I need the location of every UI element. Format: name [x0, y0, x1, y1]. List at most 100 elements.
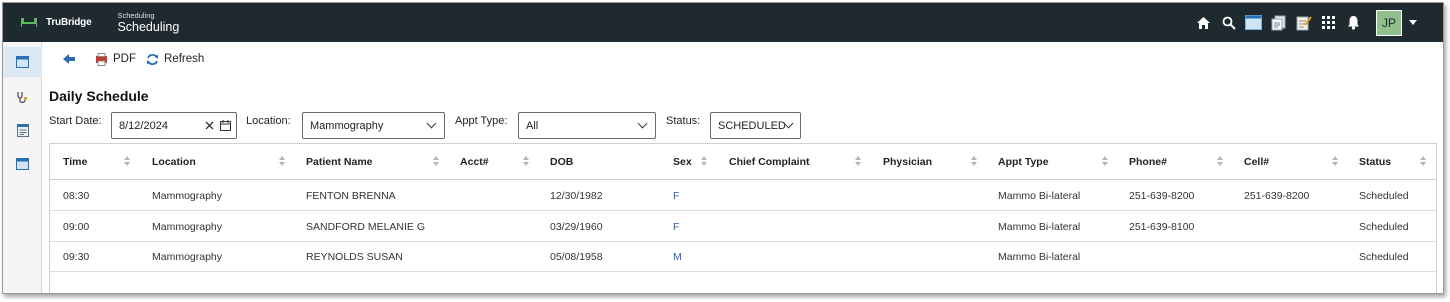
sort-icon[interactable] — [1217, 156, 1224, 167]
toolbar: PDF Refresh — [43, 42, 1443, 76]
apps-grid-icon[interactable] — [1320, 14, 1337, 31]
table-cell: Mammography — [152, 251, 223, 263]
sidebar-item-clinical[interactable] — [3, 82, 42, 112]
window-icon[interactable] — [1245, 14, 1262, 31]
pdf-icon — [96, 52, 107, 66]
location-label: Location: — [246, 115, 291, 127]
column-header[interactable]: Cell# — [1244, 144, 1269, 180]
location-select[interactable]: Mammography — [302, 112, 445, 139]
page-title: Daily Schedule — [49, 88, 149, 104]
top-icons: JP — [1187, 3, 1417, 42]
table-cell: 03/29/1960 — [550, 220, 603, 233]
table-cell: Scheduled — [1359, 190, 1409, 202]
notes-icon[interactable] — [1295, 14, 1312, 31]
table-cell: 251-639-8100 — [1129, 220, 1195, 233]
appt-type-label: Appt Type: — [455, 115, 508, 127]
table-cell: 12/30/1982 — [550, 190, 603, 202]
table-cell: Mammo Bi-lateral — [998, 190, 1081, 202]
column-header[interactable]: Sex — [673, 144, 692, 180]
module-title: Scheduling Scheduling — [117, 12, 179, 33]
sidebar-item-schedule[interactable] — [3, 47, 42, 77]
table-row[interactable]: 09:30 Mammography REYNOLDS SUSAN 05/08/1958… — [50, 242, 1436, 272]
back-arrow-icon — [63, 54, 75, 64]
pdf-label: PDF — [113, 53, 136, 65]
table-header: Time Location Patient Name Acct# DOB Sex Chief… — [50, 144, 1436, 180]
start-date-field[interactable]: 8/12/2024 — [111, 112, 237, 139]
chevron-down-icon[interactable] — [1409, 20, 1417, 25]
table-cell: Mammography — [152, 220, 223, 233]
table-cell: REYNOLDS SUSAN — [306, 251, 403, 263]
column-header[interactable]: Acct# — [460, 144, 489, 180]
sort-icon[interactable] — [523, 156, 530, 167]
refresh-icon — [147, 53, 158, 65]
schedule-icon — [16, 158, 29, 170]
status-label: Status: — [666, 115, 701, 127]
table-cell: Mammography — [152, 190, 223, 202]
sort-icon[interactable] — [855, 156, 862, 167]
table-cell: 251-639-8200 — [1244, 190, 1310, 202]
bell-icon[interactable] — [1345, 14, 1362, 31]
trubridge-logo-icon — [21, 18, 37, 27]
module-name: Scheduling — [117, 19, 180, 34]
appt-type-value: All — [526, 119, 539, 132]
brand-name: TruBridge — [46, 17, 92, 28]
sidebar-item-forms[interactable] — [3, 115, 42, 145]
chevron-down-icon — [426, 118, 437, 129]
table-cell: 09:00 — [63, 220, 90, 233]
sort-icon[interactable] — [971, 156, 978, 167]
column-header[interactable]: Phone# — [1129, 144, 1167, 180]
brand[interactable]: TruBridge — [21, 17, 92, 28]
column-header[interactable]: Status — [1359, 144, 1391, 180]
table-cell: FENTON BRENNA — [306, 190, 396, 202]
table-row[interactable]: 09:00 Mammography SANDFORD MELANIE G 03/29/… — [50, 212, 1436, 242]
appt-type-select[interactable]: All — [518, 112, 656, 139]
column-header[interactable]: Appt Type — [998, 144, 1049, 180]
sidebar — [3, 42, 42, 293]
table-cell: F — [673, 190, 680, 202]
column-header[interactable]: Time — [63, 144, 87, 180]
module-subtitle: Scheduling — [117, 11, 155, 20]
clear-icon[interactable] — [205, 121, 214, 130]
table-cell: Mammo Bi-lateral — [998, 220, 1081, 233]
table-cell: 251-639-8200 — [1129, 190, 1195, 202]
documents-icon[interactable] — [1270, 14, 1287, 31]
sort-icon[interactable] — [124, 156, 131, 167]
column-header[interactable]: Patient Name — [306, 144, 373, 180]
table-cell: F — [673, 220, 680, 233]
form-icon — [16, 123, 29, 137]
back-button[interactable] — [63, 54, 81, 64]
refresh-button[interactable]: Refresh — [146, 53, 204, 66]
table-cell: Scheduled — [1359, 220, 1409, 233]
table-cell: Mammo Bi-lateral — [998, 251, 1081, 263]
table-cell: M — [673, 251, 682, 263]
column-header[interactable]: Physician — [883, 144, 932, 180]
table-row[interactable]: 08:30 Mammography FENTON BRENNA 12/30/1982 F… — [50, 181, 1436, 211]
table-cell: 09:30 — [63, 251, 90, 263]
table-cell: 05/08/1958 — [550, 251, 603, 263]
search-icon[interactable] — [1220, 14, 1237, 31]
column-header[interactable]: DOB — [550, 144, 573, 180]
sort-icon[interactable] — [701, 156, 708, 167]
table-cell: Scheduled — [1359, 251, 1409, 263]
sort-icon[interactable] — [1420, 156, 1427, 167]
sidebar-item-calendar[interactable] — [3, 149, 42, 179]
sort-icon[interactable] — [433, 156, 440, 167]
status-select[interactable]: SCHEDULED — [710, 112, 801, 139]
start-date-value: 8/12/2024 — [119, 119, 168, 132]
sort-icon[interactable] — [279, 156, 286, 167]
schedule-table: Time Location Patient Name Acct# DOB Sex Chief… — [49, 143, 1437, 293]
table-cell: SANDFORD MELANIE G — [306, 220, 426, 233]
column-header[interactable]: Location — [152, 144, 196, 180]
app-window: TruBridge Scheduling Scheduling JP PDF R… — [2, 2, 1444, 294]
stethoscope-icon — [17, 91, 28, 103]
refresh-label: Refresh — [164, 53, 205, 65]
top-bar: TruBridge Scheduling Scheduling JP — [3, 3, 1443, 42]
home-icon[interactable] — [1195, 14, 1212, 31]
sort-icon[interactable] — [1332, 156, 1339, 167]
calendar-icon — [16, 56, 29, 68]
pdf-button[interactable]: PDF — [95, 52, 136, 66]
avatar[interactable]: JP — [1376, 9, 1402, 36]
sort-icon[interactable] — [1102, 156, 1109, 167]
column-header[interactable]: Chief Complaint — [729, 144, 810, 180]
calendar-picker-icon[interactable] — [220, 120, 231, 131]
